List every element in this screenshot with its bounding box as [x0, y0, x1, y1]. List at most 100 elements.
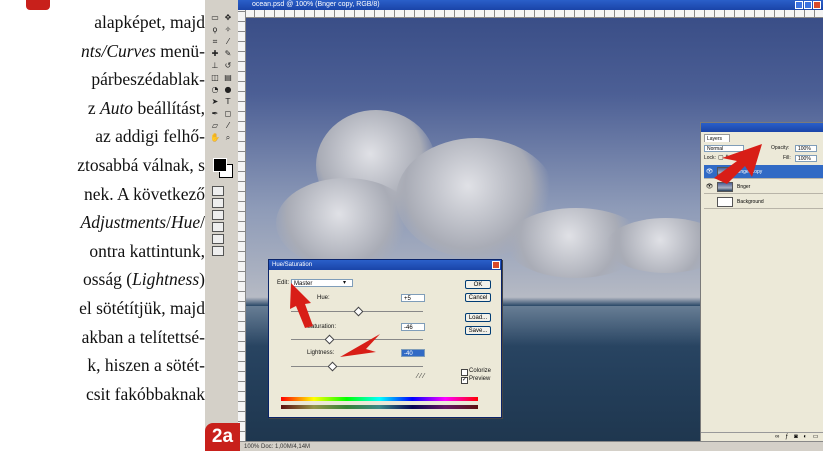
article-text-column: alapképet, majd nts/Curves menü-párbeszéd… — [0, 0, 205, 451]
fill-label: Fill: — [783, 155, 791, 161]
figure-label: 2a — [205, 423, 240, 451]
history-brush-tool-icon[interactable]: ↺ — [222, 60, 234, 71]
saturation-slider-thumb[interactable] — [324, 334, 335, 345]
foreground-color-swatch[interactable] — [213, 158, 227, 172]
text-run: menü- — [155, 40, 205, 61]
notes-tool-icon[interactable]: ▱ — [209, 120, 221, 131]
saturation-label: Saturation: — [307, 324, 337, 330]
blend-mode-select[interactable]: Normal — [704, 145, 744, 152]
lock-icons[interactable]: ▢ ✎ ✥ 🔒 — [718, 155, 746, 162]
screen-mode-menu-icon[interactable] — [212, 234, 224, 244]
status-text: 100% Doc: 1,00M/4,14M — [244, 444, 311, 450]
layer-row[interactable]: Background🔒 — [704, 195, 823, 209]
layer-name: Background — [737, 199, 764, 205]
standard-mode-icon[interactable] — [212, 186, 224, 196]
text-run: z — [87, 97, 100, 118]
mask-icon[interactable]: ◙ — [794, 434, 800, 440]
magic-wand-tool-icon[interactable]: ✧ — [222, 24, 234, 35]
eyedropper-icons[interactable]: ⁄ ⁄ ⁄ — [417, 373, 424, 380]
article-line: z Auto beállítást, — [88, 98, 205, 118]
page-tab-marker — [26, 0, 50, 10]
link-layers-icon[interactable]: ∞ — [775, 434, 781, 440]
preview-checkbox[interactable]: ✓ — [461, 377, 468, 384]
close-icon[interactable] — [813, 1, 821, 9]
layer-row[interactable]: 👁 Bnger — [704, 180, 823, 194]
italic-term: nts/Curves — [81, 40, 156, 61]
screen-mode-standard-icon[interactable] — [212, 210, 224, 220]
adjustment-layer-icon[interactable]: ◐ — [803, 434, 809, 440]
eye-icon[interactable]: 👁 — [705, 180, 714, 194]
slice-tool-icon[interactable]: ⁄ — [222, 36, 234, 47]
saturation-input[interactable]: -46 — [401, 323, 425, 331]
dodge-tool-icon[interactable]: ● — [222, 84, 234, 95]
clone-stamp-tool-icon[interactable]: ⊥ — [209, 60, 221, 71]
ok-button[interactable]: OK — [465, 280, 491, 289]
brush-tool-icon[interactable]: ✎ — [222, 48, 234, 59]
hue-label: Hue: — [317, 295, 330, 301]
article-line: ztosabbá válnak, s — [77, 155, 205, 175]
marquee-tool-icon[interactable]: ▭ — [209, 12, 221, 23]
document-title: ocean.psd @ 100% (Bnger copy, RGB/8) — [252, 1, 380, 8]
article-line: akban a telítettsé- — [82, 327, 205, 347]
pen-tool-icon[interactable]: ✒ — [209, 108, 221, 119]
hand-tool-icon[interactable]: ✋ — [209, 132, 221, 143]
zoom-tool-icon[interactable]: ⌕ — [222, 132, 234, 143]
load-button[interactable]: Load... — [465, 313, 491, 322]
horizontal-ruler[interactable] — [245, 10, 823, 18]
eraser-tool-icon[interactable]: ◫ — [209, 72, 221, 83]
tab-layers[interactable]: Layers — [704, 134, 730, 142]
saturation-slider[interactable] — [291, 339, 423, 340]
maximize-icon[interactable] — [804, 1, 812, 9]
chevron-down-icon[interactable]: ▾ — [343, 279, 346, 286]
lightness-input[interactable]: -40 — [401, 349, 425, 357]
gradient-tool-icon[interactable]: ▤ — [222, 72, 234, 83]
layer-style-icon[interactable]: ƒ — [785, 434, 790, 440]
hue-slider-thumb[interactable] — [353, 306, 364, 317]
palette-titlebar[interactable] — [701, 123, 823, 132]
article-line: csit fakóbbaknak — [86, 384, 205, 404]
text-run: párbeszédablak- — [91, 69, 205, 90]
close-icon[interactable] — [492, 261, 500, 269]
article-line: osság (Lightness) — [83, 269, 205, 289]
article-line: Adjustments/Hue/ — [81, 212, 205, 232]
cancel-button[interactable]: Cancel — [465, 293, 491, 302]
minimize-icon[interactable] — [795, 1, 803, 9]
layer-thumbnail — [717, 167, 733, 177]
eye-icon[interactable]: 👁 — [705, 165, 714, 179]
path-selection-tool-icon[interactable]: ➤ — [209, 96, 221, 107]
document-window: ocean.psd @ 100% (Bnger copy, RGB/8) Hue… — [238, 0, 823, 451]
colorize-label: Colorize — [469, 368, 492, 374]
shape-tool-icon[interactable]: ◻ — [222, 108, 234, 119]
tools-palette: ▭ ✥ ϙ ✧ ⌗ ⁄ ✚ ✎ ⊥ ↺ ◫ ▤ ◔ ● ➤ T ✒ ◻ ▱ ⁄ … — [205, 0, 239, 451]
tool-buttons: ▭ ✥ ϙ ✧ ⌗ ⁄ ✚ ✎ ⊥ ↺ ◫ ▤ ◔ ● ➤ T ✒ ◻ ▱ ⁄ … — [209, 12, 235, 144]
text-run: el sötétítjük, majd — [79, 298, 205, 318]
lightness-slider[interactable] — [291, 366, 423, 367]
cloud-shape — [276, 178, 416, 268]
healing-brush-tool-icon[interactable]: ✚ — [209, 48, 221, 59]
blur-tool-icon[interactable]: ◔ — [209, 84, 221, 95]
screen-mode-full-icon[interactable] — [212, 222, 224, 232]
move-tool-icon[interactable]: ✥ — [222, 12, 234, 23]
hue-input[interactable]: +5 — [401, 294, 425, 302]
dialog-titlebar[interactable]: Hue/Saturation — [269, 260, 501, 270]
vertical-ruler[interactable] — [238, 10, 246, 441]
lasso-tool-icon[interactable]: ϙ — [209, 24, 221, 35]
colorize-checkbox[interactable] — [461, 369, 468, 376]
opacity-input[interactable]: 100% — [795, 145, 817, 152]
article-line: nts/Curves menü- — [81, 41, 205, 61]
type-tool-icon[interactable]: T — [222, 96, 234, 107]
lightness-slider-thumb[interactable] — [327, 361, 338, 372]
quick-mask-mode-icon[interactable] — [212, 198, 224, 208]
save-button[interactable]: Save... — [465, 326, 491, 335]
layers-bottom-bar: ∞ ƒ ◙ ◐ ▭ ▣ 🗑 — [701, 432, 823, 441]
fill-input[interactable]: 100% — [795, 155, 817, 162]
text-run: akban a telítettsé- — [81, 326, 205, 347]
jump-to-imageready-icon[interactable] — [212, 246, 224, 256]
layer-row[interactable]: 👁 Bnger copy — [704, 165, 823, 179]
layer-thumbnail — [717, 182, 733, 192]
new-group-icon[interactable]: ▭ — [813, 434, 821, 440]
document-titlebar[interactable]: ocean.psd @ 100% (Bnger copy, RGB/8) — [238, 0, 823, 10]
eyedropper-tool-icon[interactable]: ⁄ — [222, 120, 234, 131]
article-line: ontra kattintunk, — [89, 241, 205, 261]
crop-tool-icon[interactable]: ⌗ — [209, 36, 221, 47]
